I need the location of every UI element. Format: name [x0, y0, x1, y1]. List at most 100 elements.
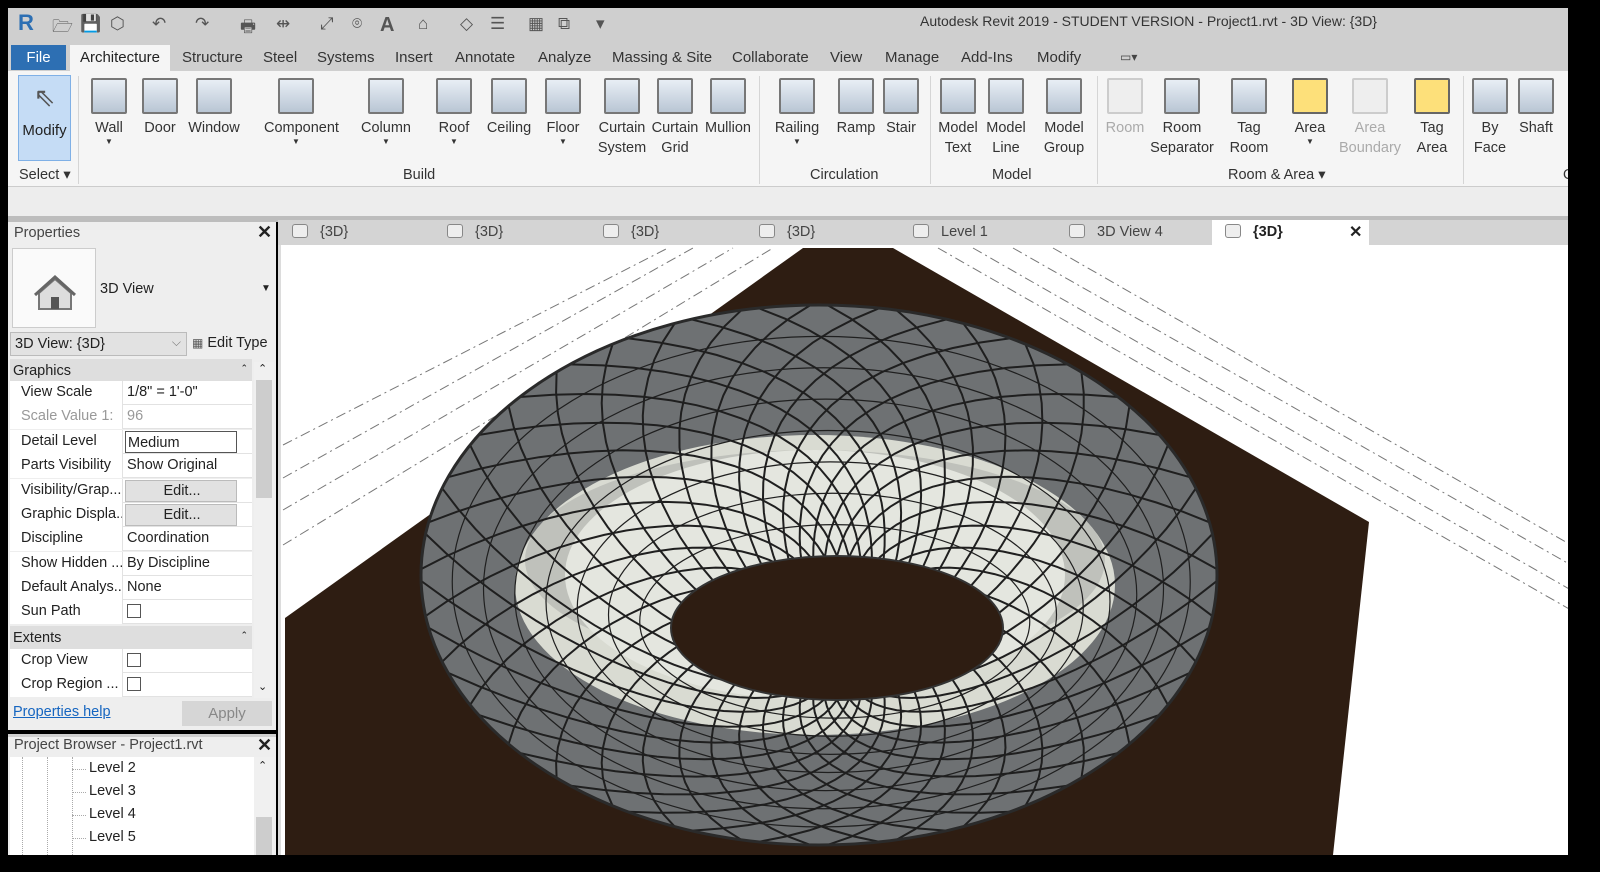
tab-modify[interactable]: Modify [1037, 49, 1081, 66]
sync-icon[interactable]: ⬡ [110, 14, 125, 34]
panel-separator [78, 76, 79, 184]
camera-dropdown-icon[interactable]: ▭▾ [1120, 50, 1137, 64]
section-extents[interactable]: Extents ⌃ [10, 626, 252, 650]
shaft-button[interactable]: Shaft [1504, 76, 1568, 138]
view-tab[interactable]: {3D} [285, 222, 348, 244]
column-button[interactable]: Column ▼ [354, 76, 418, 146]
properties-scroll-thumb[interactable] [256, 380, 272, 498]
properties-help-link[interactable]: Properties help [13, 704, 111, 720]
tab-file[interactable]: File [11, 45, 66, 70]
tab-add-ins[interactable]: Add-Ins [961, 49, 1013, 66]
browser-item-level[interactable]: Level 5 [89, 829, 136, 845]
view-tab[interactable]: Level 1 [906, 222, 988, 244]
tab-steel[interactable]: Steel [263, 49, 297, 66]
scroll-down-icon[interactable]: ⌄ [258, 680, 267, 693]
tag-area-icon [1414, 78, 1450, 114]
view-tab[interactable]: {3D} [440, 222, 503, 244]
view-tab[interactable]: 3D View 4 [1062, 222, 1163, 244]
redo-icon[interactable]: ↷ [195, 14, 209, 34]
area-button[interactable]: Area ▼ [1278, 76, 1342, 146]
dimension-icon[interactable]: ⤢ [320, 14, 334, 34]
tag-icon[interactable]: ⌾ [352, 14, 362, 34]
mullion-button[interactable]: Mullion [696, 76, 760, 138]
tab-structure[interactable]: Structure [182, 49, 243, 66]
tab-systems[interactable]: Systems [317, 49, 375, 66]
room-separator-button[interactable]: Room Separator [1150, 76, 1214, 158]
close-view-tab-icon[interactable]: ✕ [1349, 222, 1362, 242]
3d-view-icon[interactable]: ⌂ [418, 14, 428, 34]
checkbox[interactable] [125, 673, 237, 697]
browser-item-level[interactable]: Level 4 [89, 806, 136, 822]
view-tab[interactable]: {3D} [1218, 222, 1283, 244]
switch-windows-icon[interactable]: ⧉ [558, 14, 570, 34]
tab-architecture[interactable]: Architecture [70, 45, 170, 71]
checkbox-box[interactable] [127, 653, 141, 667]
checkbox-box[interactable] [127, 677, 141, 691]
browser-item-level[interactable]: Level 3 [89, 783, 136, 799]
property-value[interactable]: None [125, 576, 237, 600]
window-button[interactable]: Window [182, 76, 246, 138]
railing-button[interactable]: Railing ▼ [765, 76, 829, 146]
tab-insert[interactable]: Insert [395, 49, 433, 66]
save-icon[interactable]: 💾 [80, 14, 101, 34]
section-icon[interactable]: ◇ [460, 14, 473, 34]
customize-icon[interactable]: ▾ [596, 14, 605, 34]
tab-view[interactable]: View [830, 49, 862, 66]
project-browser-scrollbar[interactable]: ⌃ [254, 757, 274, 855]
area-boundary-button[interactable]: Area Boundary [1338, 76, 1402, 158]
panel-label-room-area[interactable]: Room & Area ▾ [1228, 167, 1326, 183]
chevron-down-icon: ⌵ [171, 335, 181, 349]
view-tab[interactable]: {3D} [596, 222, 659, 244]
modify-button[interactable]: ⇖ Modify [18, 75, 71, 161]
revit-logo[interactable]: R [18, 10, 34, 36]
model-group-button[interactable]: Model Group [1032, 76, 1096, 158]
browser-item-level[interactable]: Level 2 [89, 760, 136, 776]
property-value[interactable]: Edit... [125, 504, 237, 526]
property-value[interactable]: 96 [125, 405, 237, 429]
checkbox[interactable] [125, 649, 237, 673]
print-icon[interactable]: 🖶 [240, 14, 256, 43]
undo-icon[interactable]: ↶ [152, 14, 166, 34]
component-button[interactable]: Component ▼ [264, 76, 339, 146]
view-tab-label: {3D} [631, 224, 660, 240]
3d-viewport[interactable] [278, 245, 1568, 855]
property-value[interactable]: Edit... [125, 480, 237, 502]
select-panel-dropdown[interactable]: Select ▾ [19, 167, 71, 183]
text-icon[interactable]: A [380, 14, 394, 37]
tag-area-button[interactable]: Tag Area [1400, 76, 1464, 158]
instance-selector[interactable]: 3D View: {3D} ⌵ [10, 332, 187, 356]
component-label: Component [264, 120, 339, 136]
edit-type-button[interactable]: ▦ Edit Type [192, 335, 268, 351]
open-icon[interactable]: 🗁 [52, 14, 73, 43]
property-value[interactable]: 1/8" = 1'-0" [125, 381, 237, 405]
checkbox[interactable] [125, 600, 237, 624]
tag-room-button[interactable]: Tag Room [1217, 76, 1281, 158]
checkbox-box[interactable] [127, 604, 141, 618]
property-value[interactable]: Coordination [125, 527, 237, 551]
tab-manage[interactable]: Manage [885, 49, 939, 66]
apply-button[interactable]: Apply [182, 701, 272, 726]
thin-lines-icon[interactable]: ☰ [490, 14, 505, 34]
type-name: 3D View [100, 281, 154, 297]
tag-area-label-2: Area [1416, 140, 1448, 156]
property-value[interactable]: Medium [125, 431, 237, 453]
tab-analyze[interactable]: Analyze [538, 49, 591, 66]
section-graphics[interactable]: Graphics ⌃ [10, 359, 252, 383]
panel-separator [1097, 76, 1098, 184]
stair-button[interactable]: Stair [869, 76, 933, 138]
project-browser-close-icon[interactable]: ✕ [257, 735, 272, 756]
tab-collaborate[interactable]: Collaborate [732, 49, 809, 66]
scroll-up-icon[interactable]: ⌃ [258, 362, 267, 375]
type-dropdown-arrow[interactable]: ▼ [261, 283, 271, 294]
model-line-button[interactable]: Model Line [974, 76, 1038, 158]
tab-massing-site[interactable]: Massing & Site [612, 49, 712, 66]
view-tab[interactable]: {3D} [752, 222, 815, 244]
tab-annotate[interactable]: Annotate [455, 49, 515, 66]
properties-close-icon[interactable]: ✕ [257, 222, 272, 243]
property-value[interactable]: Show Original [125, 454, 237, 478]
measure-icon[interactable]: ⇹ [276, 14, 290, 34]
floor-button[interactable]: Floor ▼ [531, 76, 595, 146]
room-button[interactable]: Room [1093, 76, 1157, 138]
property-value[interactable]: By Discipline [125, 552, 237, 576]
close-hidden-icon[interactable]: ▦ [528, 14, 544, 34]
